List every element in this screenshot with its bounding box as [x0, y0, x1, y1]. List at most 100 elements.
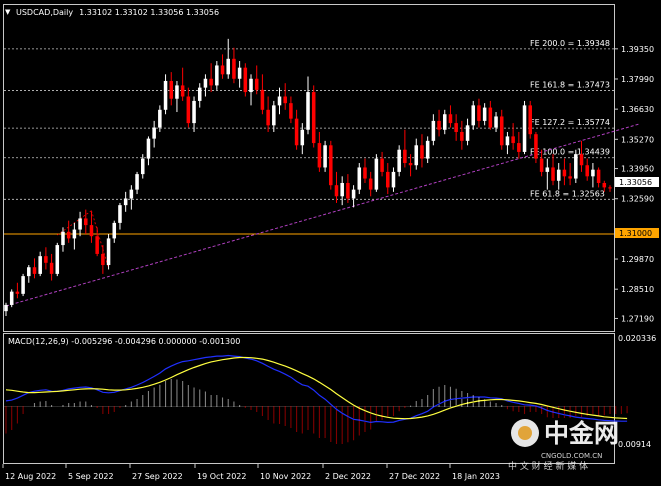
candle-body	[346, 182, 350, 199]
candle-body	[112, 222, 117, 239]
candle-body	[477, 105, 481, 121]
candle-body	[499, 116, 504, 146]
candle-body	[386, 171, 390, 188]
candle-body	[78, 218, 82, 230]
candle-body	[608, 187, 612, 189]
candle-body	[568, 176, 572, 179]
candle-body	[203, 78, 208, 88]
candle-body	[471, 105, 476, 126]
candle-body	[9, 291, 14, 305]
candle-body	[579, 154, 584, 166]
watermark-brand: 中金网	[544, 419, 619, 448]
candle-body	[448, 114, 453, 124]
symbol-label: USDCAD,Daily	[16, 8, 73, 17]
time-axis: 12 Aug 2022 5 Sep 2022 27 Sep 2022 19 Oct 2…	[2, 464, 500, 481]
candle-body	[574, 154, 578, 179]
candle-body	[425, 140, 430, 159]
candle-body	[32, 267, 37, 274]
candle-body	[351, 189, 356, 199]
time-tick-label: 19 Oct 2022	[197, 472, 246, 481]
time-tick-label: 27 Dec 2022	[389, 472, 440, 481]
candle-body	[591, 169, 595, 177]
chart-window: FE 200.0 = 1.39348 FE 161.8 = 1.37473 FE 1…	[0, 0, 661, 486]
time-tick-label: 12 Aug 2022	[5, 472, 56, 481]
candle-body	[482, 107, 487, 121]
candle-body	[72, 229, 77, 239]
candle-body	[460, 131, 464, 141]
candle-body	[38, 256, 42, 274]
candle-body	[123, 198, 128, 206]
candle-body	[317, 143, 322, 168]
candle-body	[454, 123, 458, 132]
candle-body	[551, 167, 555, 181]
svg-text:USDCAD,Daily1.33102 1.33102 1.: USDCAD,Daily 1.33102 1.33102 1.33056 1.33…	[16, 8, 219, 17]
candle-body	[277, 96, 282, 106]
candle-body	[158, 109, 162, 128]
candle-body	[431, 120, 436, 141]
time-tick-label: 5 Sep 2022	[68, 472, 114, 481]
price-tick-label: 1.28510	[621, 285, 654, 294]
candle-body	[363, 167, 367, 179]
candle-body	[311, 92, 316, 144]
candlesticks	[4, 38, 612, 317]
price-tick-label: 1.33950	[621, 165, 654, 174]
candle-body	[237, 67, 242, 79]
price-tick-label: 1.37990	[621, 75, 654, 84]
candle-body	[488, 107, 493, 128]
price-tick-label: 1.35270	[621, 135, 654, 144]
main-panel-frame	[3, 4, 615, 332]
candle-body	[534, 134, 538, 159]
candle-body	[140, 158, 145, 175]
candle-body	[209, 78, 213, 86]
candle-body	[494, 116, 498, 128]
candle-body	[408, 163, 413, 166]
triangle-down-icon[interactable]: ▼	[5, 8, 11, 16]
candle-body	[556, 169, 561, 181]
candle-body	[249, 78, 253, 93]
candle-body	[197, 87, 202, 101]
candle-body	[357, 167, 362, 190]
price-tick-label: 1.27190	[621, 314, 654, 323]
price-tick-label: 1.39350	[621, 45, 654, 54]
fib-label: FE 61.8 = 1.32563	[530, 189, 605, 198]
macd-tick-label: 0.00914	[618, 440, 651, 449]
candle-body	[180, 85, 185, 97]
fibonacci-levels: FE 200.0 = 1.39348 FE 161.8 = 1.37473 FE 1…	[4, 39, 614, 235]
candle-body	[420, 145, 424, 159]
watermark: 中金网 CNGOLD.COM.CN 中 文 财 经 新 媒 体	[508, 419, 619, 472]
candle-body	[539, 158, 544, 172]
candle-body	[169, 80, 174, 99]
candle-body	[414, 145, 419, 166]
candle-body	[323, 145, 327, 168]
candle-body	[84, 218, 88, 226]
candle-body	[135, 174, 139, 190]
candle-body	[129, 189, 134, 199]
candle-body	[442, 114, 447, 130]
candle-body	[89, 225, 94, 237]
candle-body	[340, 182, 344, 197]
time-tick-label: 10 Nov 2022	[260, 472, 311, 481]
candle-body	[192, 100, 196, 124]
chart-canvas[interactable]: FE 200.0 = 1.39348 FE 161.8 = 1.37473 FE 1…	[0, 0, 661, 486]
candle-body	[243, 67, 248, 93]
time-tick-label: 27 Sep 2022	[132, 472, 183, 481]
candle-body	[505, 136, 510, 146]
candle-body	[61, 231, 65, 246]
brand-logo-inner-icon	[518, 426, 532, 440]
candle-body	[101, 253, 105, 266]
candle-body	[175, 85, 179, 99]
macd-tick-label: 0.020336	[618, 334, 656, 343]
candle-body	[585, 165, 589, 177]
fib-label: FE 161.8 = 1.37473	[530, 80, 610, 89]
candle-body	[15, 291, 20, 294]
candle-body	[186, 96, 191, 124]
candle-body	[232, 58, 236, 79]
current-price-label: 1.33056	[619, 178, 652, 187]
dashed-line	[91, 210, 109, 269]
candle-body	[95, 236, 99, 254]
fib-label: FE 127.2 = 1.35774	[530, 118, 610, 127]
candle-body	[66, 231, 71, 239]
candle-body	[226, 58, 230, 75]
candle-body	[300, 129, 305, 146]
candle-body	[152, 127, 156, 139]
